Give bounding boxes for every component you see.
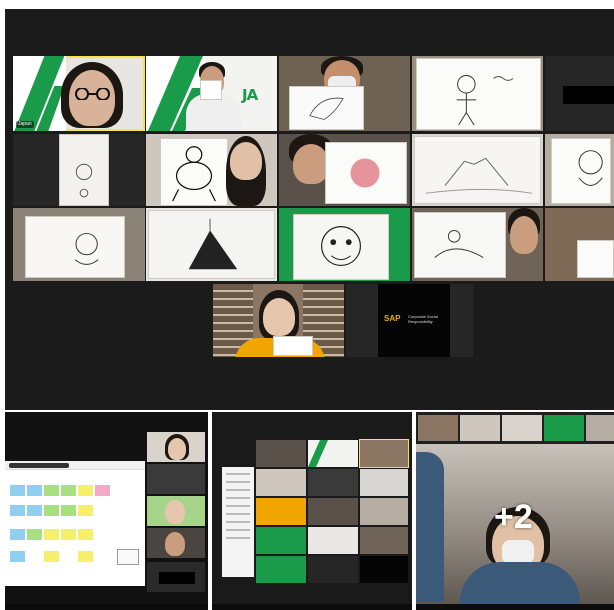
video-tile[interactable] xyxy=(146,208,277,281)
drawing-paper xyxy=(416,58,541,130)
ja-logo xyxy=(13,56,66,131)
video-tile[interactable] xyxy=(545,208,614,281)
video-tile[interactable] xyxy=(360,498,408,525)
video-tile[interactable] xyxy=(256,498,306,525)
video-tile[interactable] xyxy=(545,134,614,206)
video-tile[interactable] xyxy=(279,56,410,131)
video-tile[interactable] xyxy=(460,415,500,441)
video-gallery: Japan JA SAP Corporate Social Responsibi… xyxy=(5,9,614,410)
drawing-paper xyxy=(325,142,407,204)
video-tile[interactable] xyxy=(147,464,205,494)
video-tile[interactable]: JA xyxy=(146,56,277,131)
drawing-paper xyxy=(59,134,109,206)
video-tile[interactable] xyxy=(256,469,306,496)
drawing-paper xyxy=(289,86,364,130)
video-tile[interactable]: SAP Corporate Social Responsibility xyxy=(346,284,473,357)
screen-share-panel xyxy=(5,412,208,610)
video-tile[interactable] xyxy=(412,56,543,131)
video-tile[interactable] xyxy=(308,440,358,467)
gallery-with-chat-panel xyxy=(212,412,412,610)
video-tile[interactable] xyxy=(256,556,306,583)
video-tile[interactable] xyxy=(147,496,205,526)
video-tile[interactable] xyxy=(147,432,205,462)
drawing-paper xyxy=(25,216,125,278)
video-tile[interactable] xyxy=(147,528,205,558)
video-tile[interactable] xyxy=(256,440,306,467)
video-tile[interactable] xyxy=(147,562,205,592)
drawing-paper xyxy=(414,136,541,204)
video-tile[interactable]: Japan xyxy=(13,56,145,131)
video-tile[interactable] xyxy=(308,527,358,554)
chat-panel[interactable] xyxy=(222,467,254,577)
video-tile[interactable] xyxy=(146,134,277,206)
video-tile[interactable] xyxy=(418,415,458,441)
video-tile[interactable] xyxy=(308,556,358,583)
drawing-paper xyxy=(160,138,228,206)
sap-label: SAP xyxy=(384,314,401,323)
overflow-count: +2 xyxy=(494,498,533,536)
video-tile[interactable] xyxy=(256,527,306,554)
drawing-paper xyxy=(293,214,389,280)
video-tile[interactable] xyxy=(412,208,543,281)
whiteboard-toolbar xyxy=(5,461,145,470)
video-tile[interactable] xyxy=(586,415,614,441)
video-tile[interactable] xyxy=(544,415,584,441)
drawing-paper xyxy=(414,212,506,278)
whiteboard[interactable] xyxy=(5,461,145,586)
video-tile[interactable] xyxy=(13,134,145,206)
drawing-paper xyxy=(577,240,614,278)
ja-label: JA xyxy=(242,86,258,104)
video-tile[interactable] xyxy=(412,134,543,206)
video-tile[interactable] xyxy=(359,439,409,468)
video-tile[interactable] xyxy=(13,208,145,281)
video-tile[interactable] xyxy=(360,556,408,583)
sap-subtitle: Corporate Social Responsibility xyxy=(408,314,438,324)
video-tile[interactable] xyxy=(213,284,344,357)
video-tile[interactable] xyxy=(279,208,410,281)
video-tile[interactable] xyxy=(545,56,614,131)
video-tile[interactable] xyxy=(502,415,542,441)
drawing-paper xyxy=(148,210,275,279)
drawing-paper xyxy=(551,138,611,204)
video-tile[interactable] xyxy=(308,498,358,525)
participant-name: Japan xyxy=(16,121,34,128)
speaker-view-panel: +2 xyxy=(416,412,614,610)
video-tile[interactable] xyxy=(360,469,408,496)
video-tile[interactable] xyxy=(279,134,410,206)
video-tile[interactable] xyxy=(308,469,358,496)
video-tile[interactable] xyxy=(360,527,408,554)
